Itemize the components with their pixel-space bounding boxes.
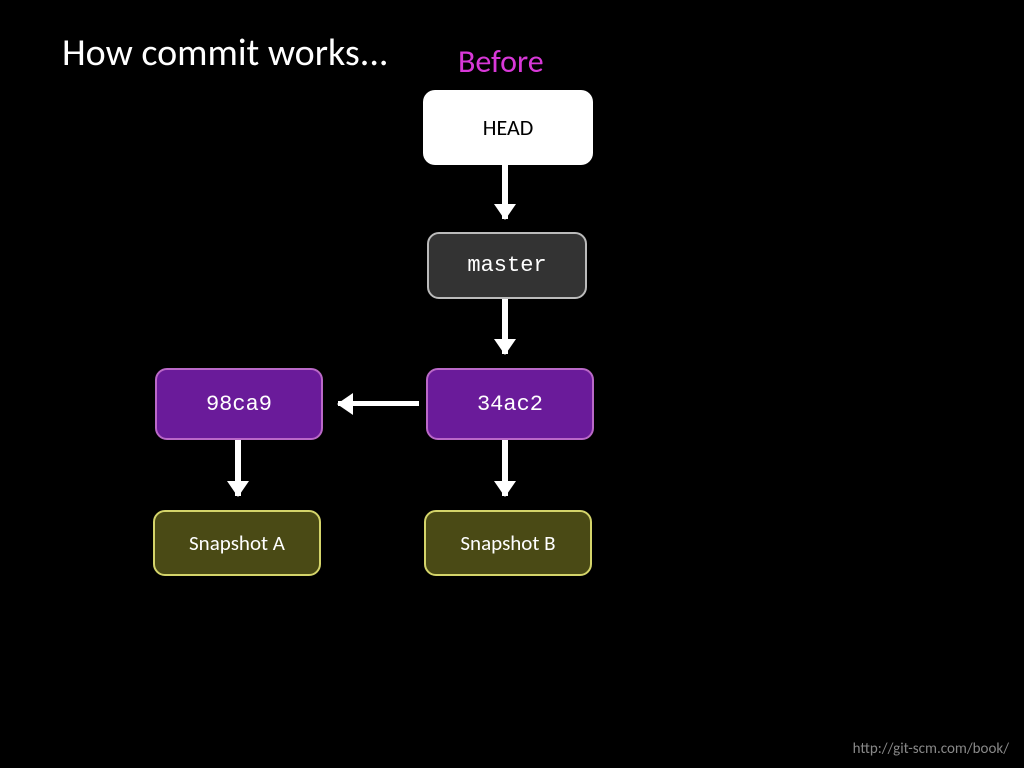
slide-subtitle: Before	[458, 42, 544, 81]
arrow-master-commit	[502, 299, 508, 354]
arrow-commit-prev	[338, 401, 419, 406]
arrow-head-master	[502, 165, 508, 219]
head-node: HEAD	[423, 90, 593, 165]
snapshot-a: Snapshot A	[153, 510, 321, 576]
master-node: master	[427, 232, 587, 299]
arrow-commit1-snapshot	[235, 440, 241, 496]
commit-34ac2: 34ac2	[426, 368, 594, 440]
arrow-commit2-snapshot	[502, 440, 508, 496]
snapshot-b: Snapshot B	[424, 510, 592, 576]
commit-98ca9: 98ca9	[155, 368, 323, 440]
footer-url: http://git-scm.com/book/	[853, 740, 1009, 758]
slide-title: How commit works...	[62, 30, 389, 78]
